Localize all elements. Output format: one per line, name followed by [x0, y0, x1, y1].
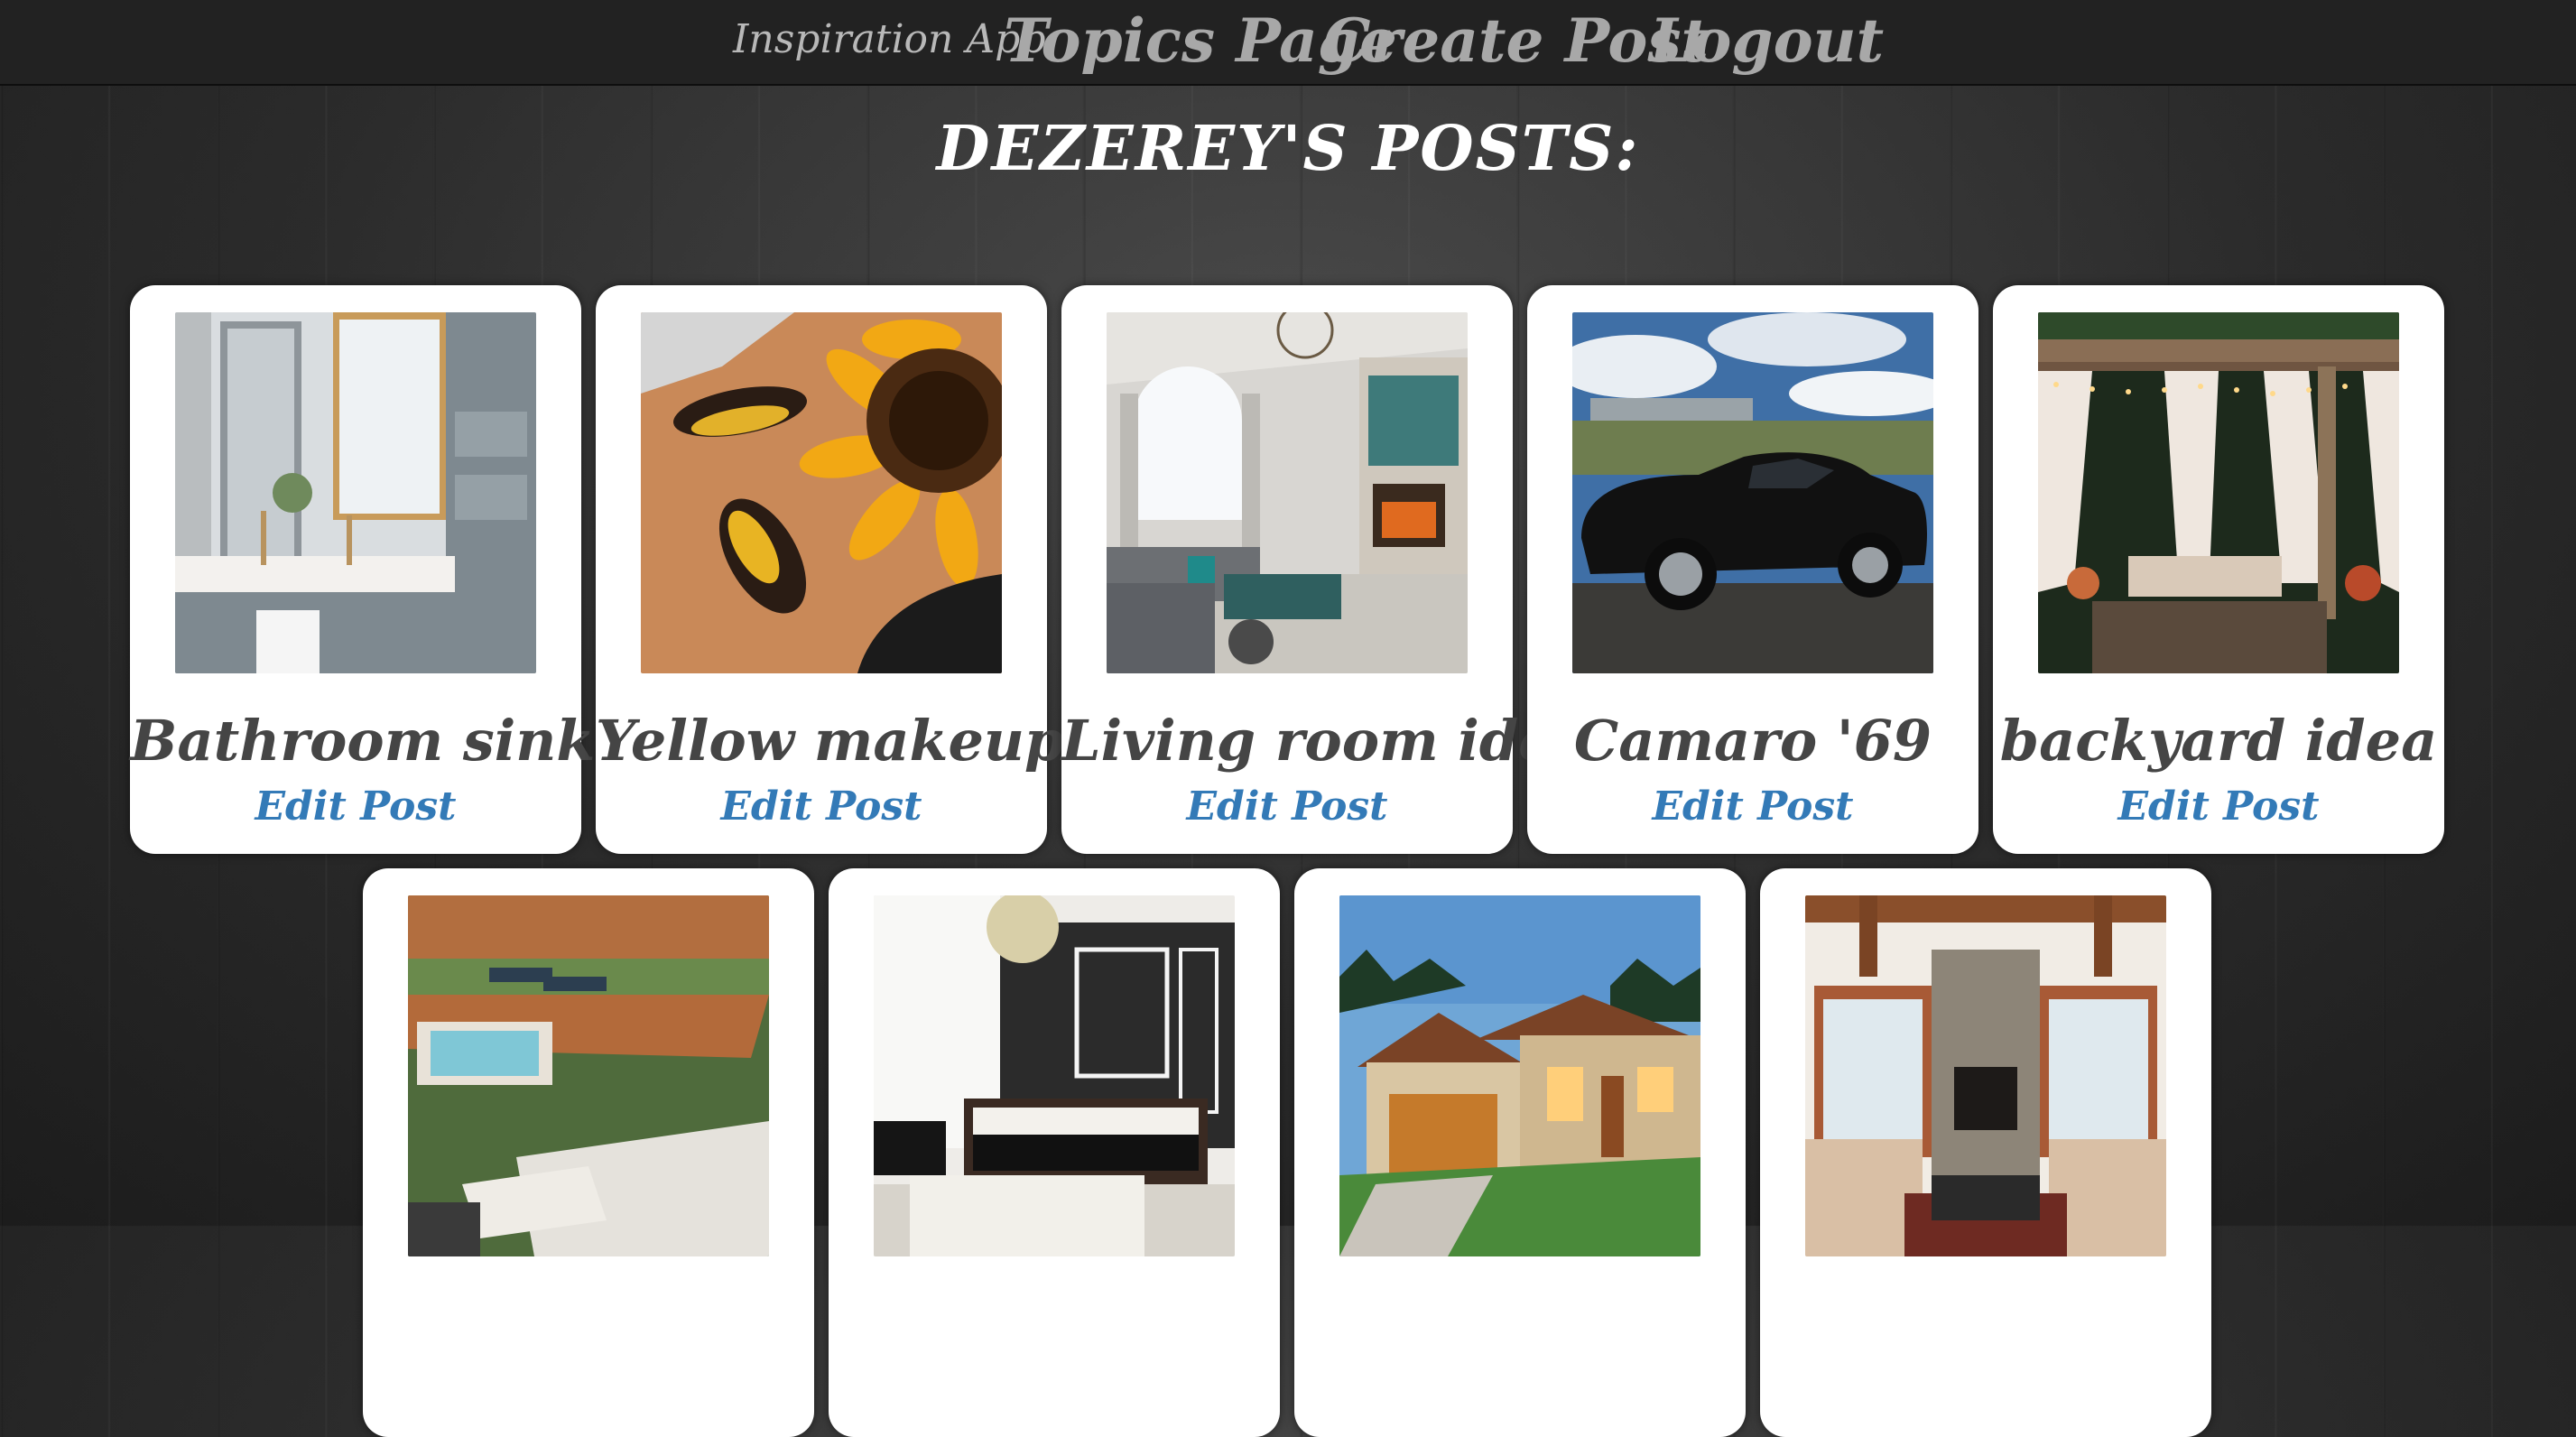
nav-logout[interactable]: Logout: [1650, 5, 1884, 76]
post-title: backyard idea: [1999, 708, 2438, 774]
post-title: Yellow makeup: [596, 708, 1064, 774]
post-card: Bathroom sink Edit Post: [130, 285, 596, 854]
post-card: Camaro '69 Edit Post: [1527, 285, 1978, 854]
edit-post-link[interactable]: Edit Post: [1993, 783, 2444, 830]
post-image-stone-fireplace[interactable]: [1805, 895, 2166, 1256]
post-image-bedroom[interactable]: [874, 895, 1235, 1256]
post-card: [1760, 868, 2211, 1437]
page-heading: DEZEREY'S POSTS:: [936, 113, 1640, 185]
post-image-backyard[interactable]: [2038, 312, 2399, 673]
edit-post-link[interactable]: Edit Post: [130, 783, 581, 830]
post-card: backyard idea Edit Post: [1993, 285, 2444, 854]
brand-link[interactable]: Inspiration App: [733, 16, 1045, 62]
navbar: Inspiration App Topics Page Create Post …: [0, 0, 2576, 86]
post-image-makeup[interactable]: [641, 312, 1002, 673]
post-image-bathroom[interactable]: [175, 312, 536, 673]
post-card: Yellow makeup Edit Post: [596, 285, 1064, 854]
post-image-camaro[interactable]: [1572, 312, 1933, 673]
post-image-living-room[interactable]: [1107, 312, 1468, 673]
post-card: [1294, 868, 1746, 1437]
post-title: Bathroom sink: [130, 708, 596, 774]
post-card: Living room idea Edit Post: [1061, 285, 1590, 854]
post-image-patio[interactable]: [408, 895, 769, 1256]
edit-post-link[interactable]: Edit Post: [1061, 783, 1513, 830]
edit-post-link[interactable]: Edit Post: [1527, 783, 1978, 830]
post-card: [363, 868, 814, 1437]
post-title: Living room idea: [1061, 708, 1590, 774]
edit-post-link[interactable]: Edit Post: [596, 783, 1047, 830]
post-card: [829, 868, 1280, 1437]
post-image-house[interactable]: [1339, 895, 1700, 1256]
post-title: Camaro '69: [1573, 708, 1932, 774]
